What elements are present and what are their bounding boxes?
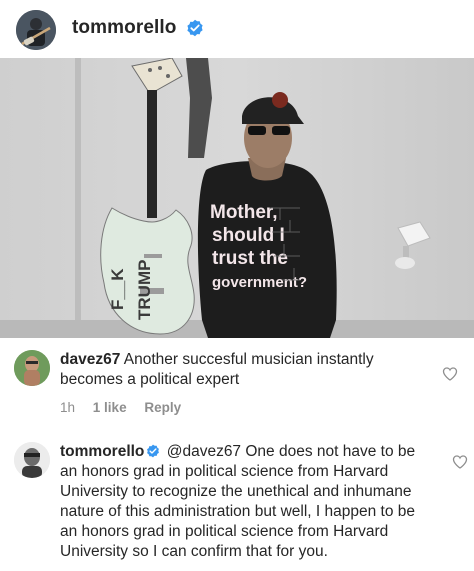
comment-mention[interactable]: @davez67	[167, 443, 241, 460]
guitar-text-2: TRUMP	[135, 260, 154, 320]
profile-photo-icon	[16, 10, 56, 50]
avatar[interactable]	[16, 10, 56, 50]
post-header: tommorello	[0, 0, 474, 58]
avatar[interactable]	[14, 442, 50, 478]
comment-body: davez67 Another succesful musician insta…	[60, 350, 430, 390]
comment-username[interactable]: davez67	[60, 351, 120, 368]
avatar[interactable]	[14, 350, 50, 386]
comment-davez67: davez67 Another succesful musician insta…	[0, 338, 474, 426]
comment-tommorello: tommorello @davez67 One does not have to…	[0, 426, 474, 571]
post-username[interactable]: tommorello	[72, 17, 176, 39]
comment-time: 1h	[60, 400, 76, 415]
heart-icon[interactable]	[442, 366, 458, 382]
guitar-text-1: F__K	[108, 268, 127, 310]
comment-body: tommorello @davez67 One does not have to…	[60, 442, 435, 562]
commenter-photo-icon	[14, 350, 50, 386]
verified-badge-icon	[187, 19, 203, 37]
comment-text: One does not have to be an honors grad i…	[60, 443, 416, 560]
comment-likes[interactable]: 1 like	[93, 400, 127, 415]
shirt-line-2: should I	[212, 225, 285, 246]
reply-button[interactable]: Reply	[144, 400, 181, 415]
shirt-line-4: government?	[212, 274, 307, 291]
heart-icon[interactable]	[452, 454, 468, 470]
shirt-line-3: trust the	[212, 248, 288, 269]
shirt-line-1: Mother,	[210, 202, 278, 223]
comment-meta: 1h 1 like Reply	[60, 400, 195, 415]
commenter-photo-icon	[14, 442, 50, 478]
post-photo[interactable]: F__K TRUMP Mother, should I trust the go…	[0, 58, 474, 338]
verified-badge-icon	[147, 444, 160, 458]
musician-photo-illustration: F__K TRUMP Mother, should I trust the go…	[0, 58, 474, 338]
comment-username[interactable]: tommorello	[60, 443, 144, 460]
